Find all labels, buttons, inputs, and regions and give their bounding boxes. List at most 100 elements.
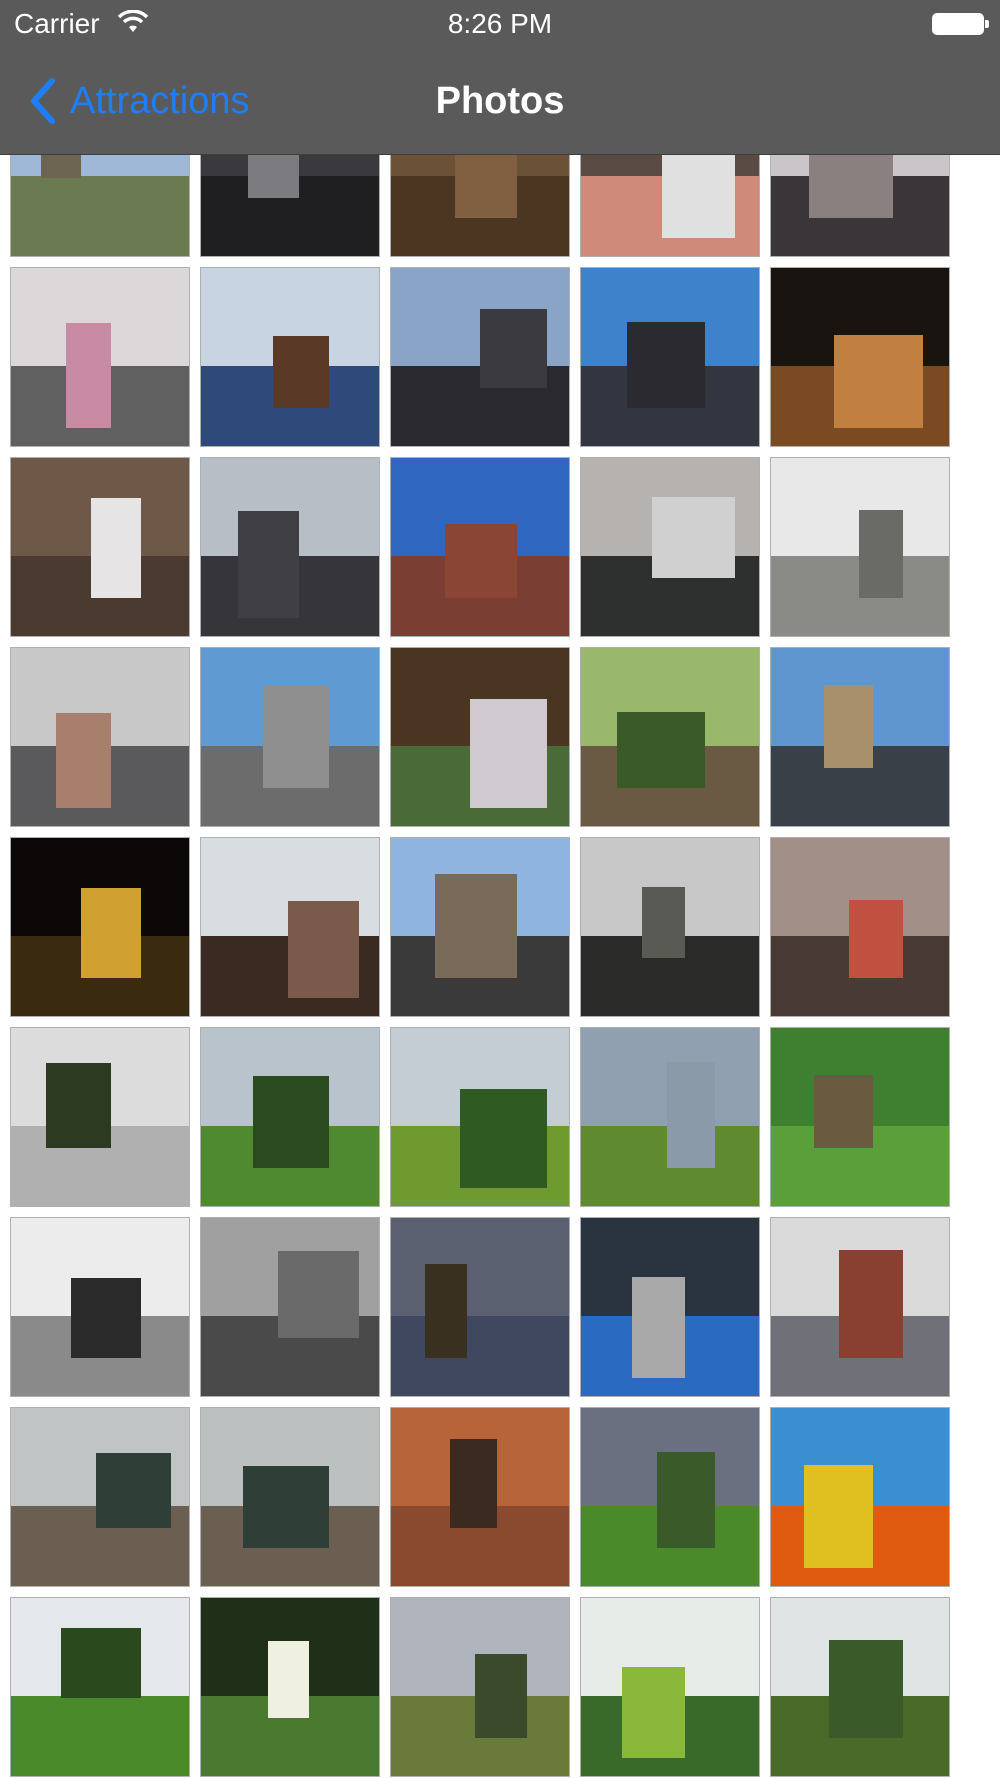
- photo-subject: [652, 497, 735, 578]
- photo-subject: [435, 874, 517, 978]
- photo-thumbnail[interactable]: [770, 267, 950, 447]
- photo-subject: [460, 1089, 547, 1188]
- photo-subject: [263, 686, 329, 788]
- photo-thumbnail[interactable]: [580, 1597, 760, 1777]
- photo-subject: [627, 322, 705, 408]
- photo-thumbnail[interactable]: [10, 837, 190, 1017]
- photo-thumbnail[interactable]: [770, 457, 950, 637]
- photo-thumbnail[interactable]: [390, 457, 570, 637]
- photo-subject: [71, 1278, 141, 1358]
- photo-thumbnail[interactable]: [770, 1597, 950, 1777]
- photo-subject: [61, 1628, 141, 1698]
- photo-thumbnail[interactable]: [580, 267, 760, 447]
- photo-subject: [829, 1640, 903, 1738]
- photo-subject: [46, 1063, 111, 1148]
- photo-subject: [809, 155, 893, 218]
- photo-subject: [248, 155, 299, 198]
- photo-subject: [425, 1264, 467, 1358]
- photo-subject: [56, 713, 111, 808]
- photo-thumbnail[interactable]: [200, 155, 380, 257]
- photo-sky: [391, 1218, 569, 1316]
- photo-subject: [622, 1667, 685, 1758]
- photo-thumbnail[interactable]: [770, 647, 950, 827]
- photo-subject: [238, 511, 299, 618]
- photo-subject: [657, 1452, 715, 1548]
- photo-thumbnail[interactable]: [200, 647, 380, 827]
- battery-icon: [932, 13, 989, 35]
- status-time: 8:26 PM: [447, 8, 553, 39]
- photo-sky: [11, 155, 189, 176]
- page-title: Photos: [435, 80, 565, 122]
- photo-subject: [66, 323, 111, 428]
- photo-subject: [804, 1465, 873, 1568]
- photo-ground: [11, 175, 189, 256]
- photo-thumbnail[interactable]: [770, 1217, 950, 1397]
- photo-subject: [662, 155, 735, 238]
- photo-subject: [632, 1277, 685, 1378]
- photo-ground: [11, 1695, 189, 1776]
- photo-subject: [834, 335, 923, 428]
- photo-ground: [391, 1315, 569, 1396]
- photo-thumbnail[interactable]: [10, 1217, 190, 1397]
- photo-subject: [445, 524, 517, 598]
- navigation-bar: Attractions Photos: [0, 50, 1000, 155]
- photo-subject: [253, 1076, 329, 1168]
- photo-thumbnail[interactable]: [200, 267, 380, 447]
- photo-thumbnail[interactable]: [10, 647, 190, 827]
- photo-thumbnail[interactable]: [390, 837, 570, 1017]
- photo-thumbnail[interactable]: [580, 457, 760, 637]
- photo-subject: [475, 1654, 527, 1738]
- photo-thumbnail[interactable]: [200, 1597, 380, 1777]
- photo-subject: [41, 155, 81, 178]
- photo-thumbnail[interactable]: [390, 647, 570, 827]
- photo-thumbnail[interactable]: [580, 1027, 760, 1207]
- photo-subject: [268, 1641, 309, 1718]
- photo-thumbnail[interactable]: [580, 647, 760, 827]
- photo-subject: [278, 1251, 359, 1338]
- photo-subject: [470, 699, 547, 808]
- photo-thumbnail[interactable]: [200, 1217, 380, 1397]
- photo-subject: [667, 1062, 715, 1168]
- photo-thumbnail[interactable]: [770, 837, 950, 1017]
- photo-thumbnail[interactable]: [580, 837, 760, 1017]
- photo-thumbnail[interactable]: [770, 1027, 950, 1207]
- photo-thumbnail[interactable]: [10, 267, 190, 447]
- photo-thumbnail[interactable]: [10, 1027, 190, 1207]
- photo-subject: [480, 309, 547, 388]
- photo-subject: [642, 887, 685, 958]
- photo-subject: [273, 336, 329, 408]
- photo-thumbnail[interactable]: [10, 1597, 190, 1777]
- photo-subject: [824, 685, 873, 768]
- photo-thumbnail[interactable]: [200, 457, 380, 637]
- photo-subject: [288, 901, 359, 998]
- photo-subject: [859, 510, 903, 598]
- photo-subject: [81, 888, 141, 978]
- photo-thumbnail[interactable]: [390, 1597, 570, 1777]
- photo-thumbnail[interactable]: [10, 1407, 190, 1587]
- photo-subject: [91, 498, 141, 598]
- photo-thumbnail[interactable]: [200, 837, 380, 1017]
- status-bar: Carrier 8:26 PM: [0, 0, 1000, 50]
- photo-thumbnail[interactable]: [390, 1027, 570, 1207]
- photo-subject: [450, 1439, 497, 1528]
- photo-subject: [814, 1075, 873, 1148]
- photo-grid[interactable]: [0, 155, 1000, 1778]
- photo-thumbnail[interactable]: [390, 1407, 570, 1587]
- photo-thumbnail[interactable]: [580, 1407, 760, 1587]
- photo-thumbnail[interactable]: [390, 155, 570, 257]
- photo-thumbnail[interactable]: [10, 155, 190, 257]
- photo-subject: [617, 712, 705, 788]
- photo-subject: [849, 900, 903, 978]
- photo-thumbnail[interactable]: [770, 155, 950, 257]
- photo-thumbnail[interactable]: [200, 1407, 380, 1587]
- photo-thumbnail[interactable]: [580, 155, 760, 257]
- photo-subject: [96, 1453, 171, 1528]
- photo-thumbnail[interactable]: [580, 1217, 760, 1397]
- photo-thumbnail[interactable]: [390, 267, 570, 447]
- photo-thumbnail[interactable]: [10, 457, 190, 637]
- photo-thumbnail[interactable]: [390, 1217, 570, 1397]
- photo-thumbnail[interactable]: [770, 1407, 950, 1587]
- photo-subject: [455, 155, 517, 218]
- photo-subject: [243, 1466, 329, 1548]
- photo-thumbnail[interactable]: [200, 1027, 380, 1207]
